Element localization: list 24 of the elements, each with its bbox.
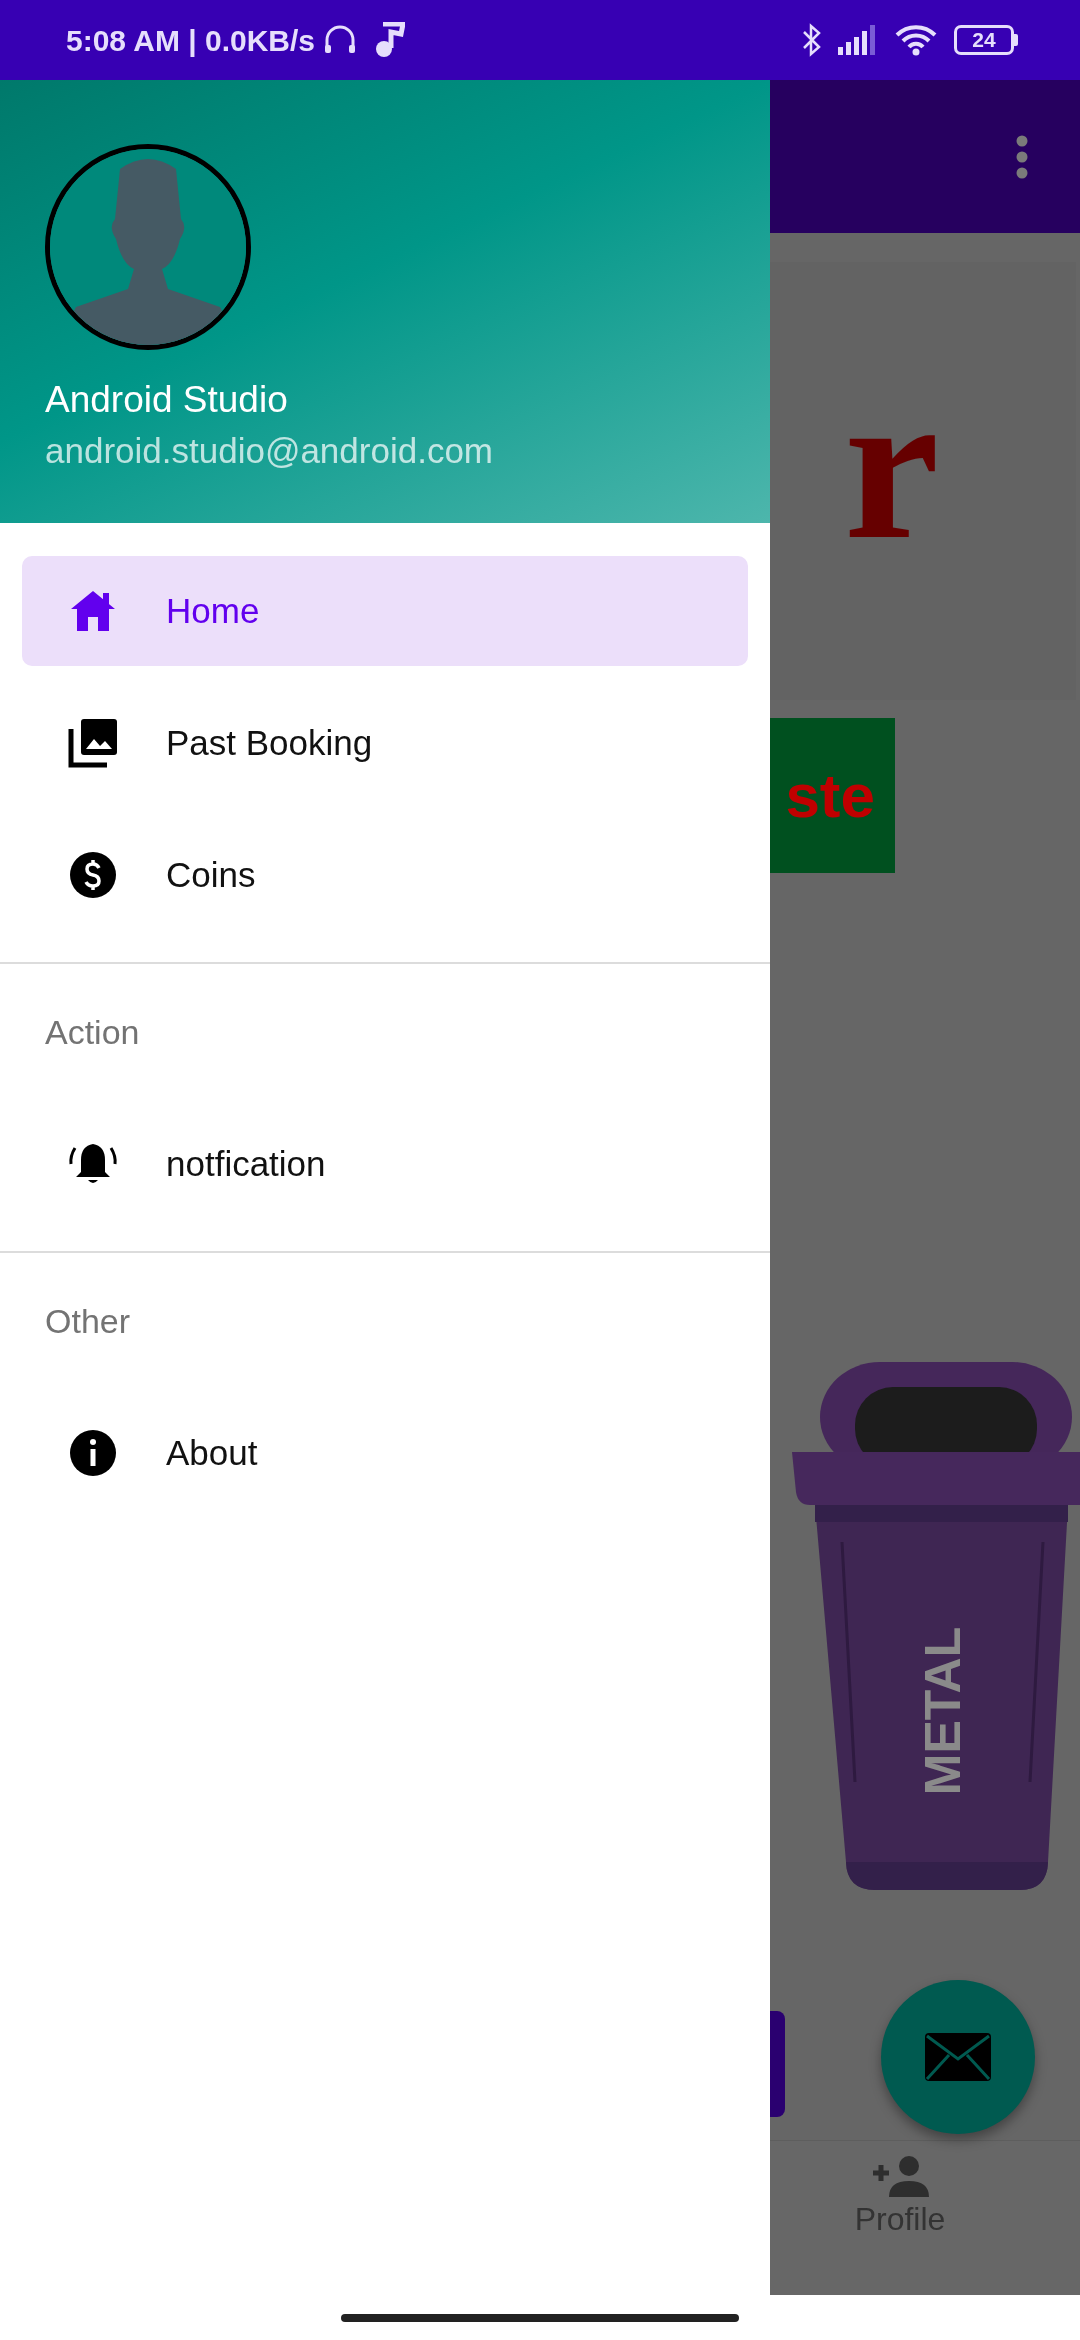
- music-note-icon: [373, 22, 406, 58]
- bluetooth-icon: [802, 23, 822, 57]
- avatar-icon: [45, 144, 251, 350]
- mail-icon: [925, 2033, 991, 2081]
- section-title: Action: [44, 1012, 141, 1053]
- info-icon: [67, 1427, 119, 1479]
- banner: ste: [770, 718, 895, 873]
- coin-icon: [67, 849, 119, 901]
- wifi-icon: [894, 24, 938, 56]
- status-time: 5:08 AM | 0.0KB/s: [66, 22, 316, 59]
- user-name: Android Studio: [45, 378, 289, 422]
- more-options-icon[interactable]: [1016, 134, 1028, 179]
- home-handle[interactable]: [341, 2313, 739, 2322]
- section-title: Other: [44, 1301, 132, 1342]
- signal-icon: [838, 25, 878, 55]
- bin-label: METAL: [915, 1626, 971, 1796]
- menu-item[interactable]: notfication: [22, 1109, 748, 1219]
- user-email: android.studio@android.com: [45, 430, 494, 473]
- menu-item[interactable]: Past Booking: [22, 688, 748, 798]
- photos-icon: [67, 717, 119, 769]
- menu-item[interactable]: Home: [22, 556, 748, 666]
- logo-text: r: [844, 345, 940, 584]
- menu-item[interactable]: Coins: [22, 820, 748, 930]
- menu-item[interactable]: About: [22, 1398, 748, 1508]
